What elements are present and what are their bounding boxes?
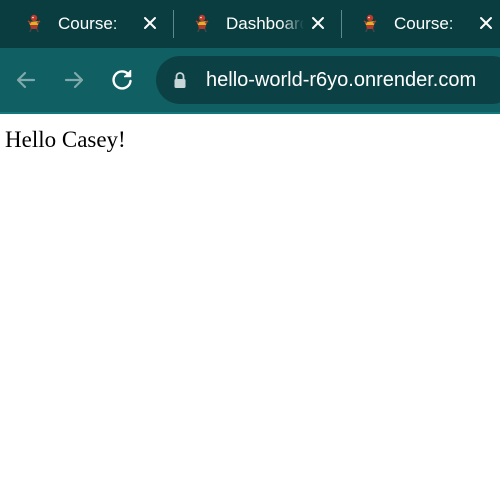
tab-course-2[interactable]: Course: xyxy=(342,0,500,48)
tab-title: Dashboard xyxy=(226,14,304,33)
mascot-icon xyxy=(195,14,209,33)
forward-arrow-icon[interactable] xyxy=(60,66,88,94)
tab-course-1[interactable]: Course: xyxy=(6,0,174,48)
reload-icon[interactable] xyxy=(108,66,136,94)
address-bar[interactable]: hello-world-r6yo.onrender.com xyxy=(156,56,500,104)
tab-title: Course: xyxy=(58,14,118,33)
close-icon[interactable] xyxy=(478,15,494,31)
close-icon[interactable] xyxy=(310,15,326,31)
tab-title: Course: xyxy=(394,14,454,33)
mascot-icon xyxy=(27,14,41,33)
back-arrow-icon[interactable] xyxy=(12,66,40,94)
url-text[interactable]: hello-world-r6yo.onrender.com xyxy=(206,68,476,92)
close-icon[interactable] xyxy=(142,15,158,31)
mascot-icon xyxy=(363,14,377,33)
browser-chrome: Course: Dashboard Course: hello-world-r6… xyxy=(0,0,500,114)
tab-dashboard[interactable]: Dashboard xyxy=(174,0,342,48)
page-content: Hello Casey! xyxy=(0,114,500,500)
tab-strip: Course: Dashboard Course: xyxy=(0,0,500,48)
browser-toolbar: hello-world-r6yo.onrender.com xyxy=(0,48,500,112)
lock-icon[interactable] xyxy=(172,71,188,89)
greeting-text: Hello Casey! xyxy=(5,127,126,152)
